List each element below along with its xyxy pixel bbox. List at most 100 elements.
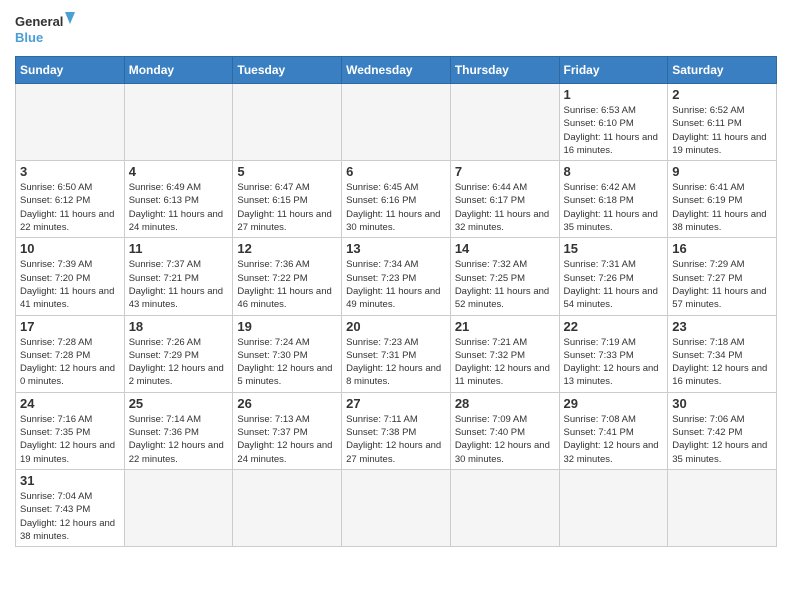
- day-info: Sunrise: 7:24 AM Sunset: 7:30 PM Dayligh…: [237, 336, 337, 389]
- calendar-cell: 17Sunrise: 7:28 AM Sunset: 7:28 PM Dayli…: [16, 315, 125, 392]
- calendar-cell: 8 Sunrise: 6:42 AM Sunset: 6:18 PM Daylig…: [559, 161, 668, 238]
- svg-text:Blue: Blue: [15, 30, 43, 45]
- calendar-cell: [668, 469, 777, 546]
- calendar-cell: 7 Sunrise: 6:44 AM Sunset: 6:17 PM Daylig…: [450, 161, 559, 238]
- calendar-cell: 13Sunrise: 7:34 AM Sunset: 7:23 PM Dayli…: [342, 238, 451, 315]
- calendar-cell: [233, 84, 342, 161]
- calendar-table: SundayMondayTuesdayWednesdayThursdayFrid…: [15, 56, 777, 547]
- calendar-week-1: 1 Sunrise: 6:53 AM Sunset: 6:10 PM Daylig…: [16, 84, 777, 161]
- day-info: Sunrise: 7:29 AM Sunset: 7:27 PM Dayligh…: [672, 258, 772, 311]
- svg-text:General: General: [15, 14, 63, 29]
- weekday-header-wednesday: Wednesday: [342, 57, 451, 84]
- day-info: Sunrise: 6:53 AM Sunset: 6:10 PM Dayligh…: [564, 104, 664, 157]
- day-number: 22: [564, 319, 664, 334]
- day-info: Sunrise: 7:26 AM Sunset: 7:29 PM Dayligh…: [129, 336, 229, 389]
- calendar-cell: 5 Sunrise: 6:47 AM Sunset: 6:15 PM Daylig…: [233, 161, 342, 238]
- day-number: 6: [346, 164, 446, 179]
- weekday-header-monday: Monday: [124, 57, 233, 84]
- calendar-cell: 4Sunrise: 6:49 AM Sunset: 6:13 PM Daylig…: [124, 161, 233, 238]
- calendar-cell: 27Sunrise: 7:11 AM Sunset: 7:38 PM Dayli…: [342, 392, 451, 469]
- calendar-cell: [342, 469, 451, 546]
- day-info: Sunrise: 6:52 AM Sunset: 6:11 PM Dayligh…: [672, 104, 772, 157]
- calendar-week-5: 24Sunrise: 7:16 AM Sunset: 7:35 PM Dayli…: [16, 392, 777, 469]
- weekday-header-tuesday: Tuesday: [233, 57, 342, 84]
- day-info: Sunrise: 7:08 AM Sunset: 7:41 PM Dayligh…: [564, 413, 664, 466]
- calendar-cell: 19 Sunrise: 7:24 AM Sunset: 7:30 PM Dayli…: [233, 315, 342, 392]
- calendar-cell: 3 Sunrise: 6:50 AM Sunset: 6:12 PM Daylig…: [16, 161, 125, 238]
- day-info: Sunrise: 6:47 AM Sunset: 6:15 PM Dayligh…: [237, 181, 337, 234]
- weekday-header-friday: Friday: [559, 57, 668, 84]
- day-number: 27: [346, 396, 446, 411]
- day-info: Sunrise: 6:44 AM Sunset: 6:17 PM Dayligh…: [455, 181, 555, 234]
- calendar-cell: [342, 84, 451, 161]
- day-number: 4: [129, 164, 229, 179]
- calendar-cell: 28Sunrise: 7:09 AM Sunset: 7:40 PM Dayli…: [450, 392, 559, 469]
- day-number: 5: [237, 164, 337, 179]
- day-number: 28: [455, 396, 555, 411]
- day-number: 2: [672, 87, 772, 102]
- day-number: 23: [672, 319, 772, 334]
- logo-svg: General Blue: [15, 10, 75, 50]
- calendar-cell: [16, 84, 125, 161]
- day-number: 29: [564, 396, 664, 411]
- weekday-header-saturday: Saturday: [668, 57, 777, 84]
- calendar-cell: 29 Sunrise: 7:08 AM Sunset: 7:41 PM Dayli…: [559, 392, 668, 469]
- calendar-cell: 18 Sunrise: 7:26 AM Sunset: 7:29 PM Dayli…: [124, 315, 233, 392]
- calendar-cell: 2 Sunrise: 6:52 AM Sunset: 6:11 PM Daylig…: [668, 84, 777, 161]
- calendar-cell: 16 Sunrise: 7:29 AM Sunset: 7:27 PM Dayli…: [668, 238, 777, 315]
- calendar-cell: [124, 84, 233, 161]
- day-number: 7: [455, 164, 555, 179]
- day-number: 15: [564, 241, 664, 256]
- weekday-header-row: SundayMondayTuesdayWednesdayThursdayFrid…: [16, 57, 777, 84]
- calendar-cell: 12 Sunrise: 7:36 AM Sunset: 7:22 PM Dayli…: [233, 238, 342, 315]
- day-number: 8: [564, 164, 664, 179]
- weekday-header-thursday: Thursday: [450, 57, 559, 84]
- day-info: Sunrise: 7:21 AM Sunset: 7:32 PM Dayligh…: [455, 336, 555, 389]
- day-number: 3: [20, 164, 120, 179]
- day-number: 13: [346, 241, 446, 256]
- day-number: 10: [20, 241, 120, 256]
- day-info: Sunrise: 6:50 AM Sunset: 6:12 PM Dayligh…: [20, 181, 120, 234]
- calendar-cell: [450, 84, 559, 161]
- day-info: Sunrise: 7:39 AM Sunset: 7:20 PM Dayligh…: [20, 258, 120, 311]
- calendar-week-3: 10 Sunrise: 7:39 AM Sunset: 7:20 PM Dayli…: [16, 238, 777, 315]
- day-info: Sunrise: 6:41 AM Sunset: 6:19 PM Dayligh…: [672, 181, 772, 234]
- header: General Blue: [15, 10, 777, 50]
- calendar-cell: [450, 469, 559, 546]
- calendar-cell: 6Sunrise: 6:45 AM Sunset: 6:16 PM Daylig…: [342, 161, 451, 238]
- calendar-cell: 26Sunrise: 7:13 AM Sunset: 7:37 PM Dayli…: [233, 392, 342, 469]
- day-info: Sunrise: 7:37 AM Sunset: 7:21 PM Dayligh…: [129, 258, 229, 311]
- calendar-cell: 21Sunrise: 7:21 AM Sunset: 7:32 PM Dayli…: [450, 315, 559, 392]
- calendar-cell: 14Sunrise: 7:32 AM Sunset: 7:25 PM Dayli…: [450, 238, 559, 315]
- weekday-header-sunday: Sunday: [16, 57, 125, 84]
- day-number: 19: [237, 319, 337, 334]
- day-number: 12: [237, 241, 337, 256]
- day-number: 25: [129, 396, 229, 411]
- calendar-week-6: 31Sunrise: 7:04 AM Sunset: 7:43 PM Dayli…: [16, 469, 777, 546]
- calendar-cell: 31Sunrise: 7:04 AM Sunset: 7:43 PM Dayli…: [16, 469, 125, 546]
- calendar-cell: 24Sunrise: 7:16 AM Sunset: 7:35 PM Dayli…: [16, 392, 125, 469]
- day-info: Sunrise: 7:31 AM Sunset: 7:26 PM Dayligh…: [564, 258, 664, 311]
- calendar-cell: 9 Sunrise: 6:41 AM Sunset: 6:19 PM Daylig…: [668, 161, 777, 238]
- calendar-cell: 30Sunrise: 7:06 AM Sunset: 7:42 PM Dayli…: [668, 392, 777, 469]
- day-info: Sunrise: 7:19 AM Sunset: 7:33 PM Dayligh…: [564, 336, 664, 389]
- day-info: Sunrise: 7:28 AM Sunset: 7:28 PM Dayligh…: [20, 336, 120, 389]
- calendar-cell: [559, 469, 668, 546]
- day-number: 9: [672, 164, 772, 179]
- calendar-cell: 15 Sunrise: 7:31 AM Sunset: 7:26 PM Dayli…: [559, 238, 668, 315]
- day-number: 30: [672, 396, 772, 411]
- calendar-cell: 10 Sunrise: 7:39 AM Sunset: 7:20 PM Dayli…: [16, 238, 125, 315]
- day-info: Sunrise: 6:42 AM Sunset: 6:18 PM Dayligh…: [564, 181, 664, 234]
- day-number: 26: [237, 396, 337, 411]
- day-number: 1: [564, 87, 664, 102]
- calendar-cell: 1 Sunrise: 6:53 AM Sunset: 6:10 PM Daylig…: [559, 84, 668, 161]
- day-number: 11: [129, 241, 229, 256]
- day-info: Sunrise: 7:36 AM Sunset: 7:22 PM Dayligh…: [237, 258, 337, 311]
- calendar-week-2: 3 Sunrise: 6:50 AM Sunset: 6:12 PM Daylig…: [16, 161, 777, 238]
- day-number: 14: [455, 241, 555, 256]
- day-number: 18: [129, 319, 229, 334]
- calendar-cell: 25Sunrise: 7:14 AM Sunset: 7:36 PM Dayli…: [124, 392, 233, 469]
- calendar-cell: 20Sunrise: 7:23 AM Sunset: 7:31 PM Dayli…: [342, 315, 451, 392]
- day-number: 16: [672, 241, 772, 256]
- day-number: 20: [346, 319, 446, 334]
